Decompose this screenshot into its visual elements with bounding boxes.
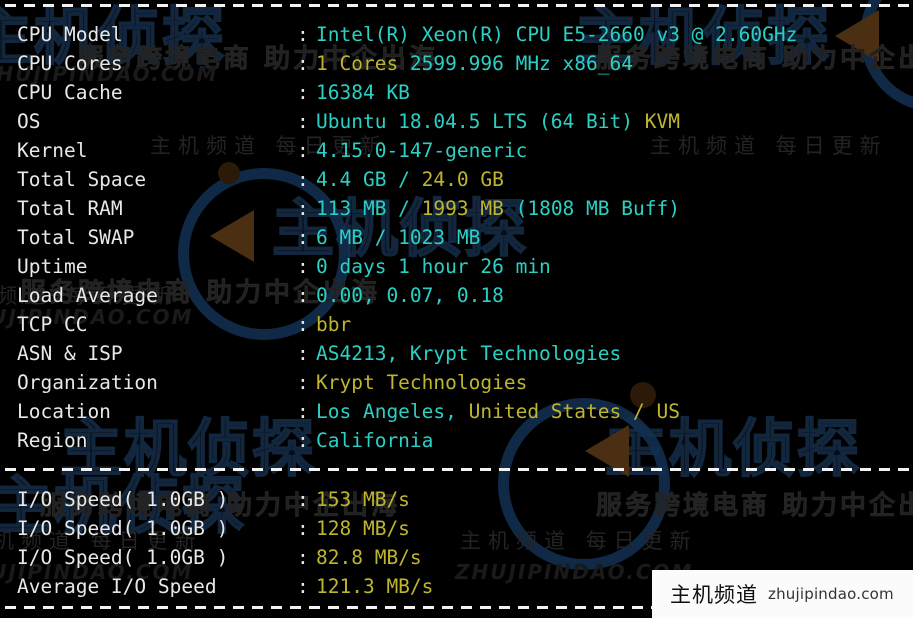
terminal-row-value: 16384 KB: [316, 81, 410, 104]
terminal-row: CPU Cores:1 Cores 2599.996 MHz x86_64: [17, 49, 913, 78]
site-badge: 主机频道 zhujipindao.com: [652, 570, 913, 618]
terminal-output: CPU Model: Intel(R) Xeon(R) CPU E5-2660 v…: [0, 0, 913, 618]
terminal-row-colon: :: [297, 575, 309, 598]
site-badge-url: zhujipindao.com: [768, 585, 894, 603]
terminal-row: Location: Los Angeles, United States / US: [17, 397, 913, 426]
terminal-row-label: Total Space: [17, 168, 147, 191]
terminal-row-colon: :: [297, 226, 309, 249]
terminal-row-value: 82.8 MB/s: [316, 546, 422, 569]
terminal-row-colon: :: [297, 110, 309, 133]
terminal-row-value: 0 days 1 hour 26 min: [316, 255, 551, 278]
terminal-row-label: Kernel: [17, 139, 88, 162]
terminal-row-label: CPU Cache: [17, 81, 123, 104]
terminal-row-value: California: [316, 429, 434, 452]
terminal-row: I/O Speed( 1.0GB ):153 MB/s: [17, 485, 913, 514]
terminal-row-label: Total SWAP: [17, 226, 135, 249]
terminal-row-value: (1808 MB Buff): [515, 197, 680, 220]
terminal-row-label: Total RAM: [17, 197, 123, 220]
terminal-row: Region: California: [17, 426, 913, 455]
terminal-row-colon: :: [297, 139, 309, 162]
terminal-row-colon: :: [297, 371, 309, 394]
site-badge-name: 主机频道: [670, 583, 758, 607]
terminal-row: CPU Cache:16384 KB: [17, 78, 913, 107]
terminal-row: I/O Speed( 1.0GB ):82.8 MB/s: [17, 543, 913, 572]
terminal-row-label: Region: [17, 429, 88, 452]
terminal-row-colon: :: [297, 488, 309, 511]
terminal-row-colon: :: [297, 517, 309, 540]
terminal-row-label: I/O Speed( 1.0GB ): [17, 517, 229, 540]
terminal-row-value: AS4213, Krypt Technologies: [316, 342, 622, 365]
separator-io-top: [5, 468, 913, 471]
terminal-row: Load Average:0.00, 0.07, 0.18: [17, 281, 913, 310]
terminal-row: Total Space:4.4 GB / 24.0 GB: [17, 165, 913, 194]
terminal-row-colon: :: [297, 197, 309, 220]
terminal-row-colon: :: [297, 23, 309, 46]
terminal-row-value: 4.15.0-147-generic: [316, 139, 528, 162]
terminal-row-value: Los Angeles,: [316, 400, 469, 423]
terminal-row-colon: :: [297, 284, 309, 307]
terminal-row-value: Ubuntu 18.04.5 LTS (64 Bit): [316, 110, 645, 133]
terminal-row: Total RAM:113 MB / 1993 MB (1808 MB Buff…: [17, 194, 913, 223]
terminal-row-label: Organization: [17, 371, 158, 394]
terminal-row-label: Uptime: [17, 255, 88, 278]
terminal-row-label: I/O Speed( 1.0GB ): [17, 546, 229, 569]
terminal-row-colon: :: [297, 429, 309, 452]
separator-top: [5, 4, 913, 7]
terminal-row: OS: Ubuntu 18.04.5 LTS (64 Bit) KVM: [17, 107, 913, 136]
terminal-row-value: 0.00, 0.07, 0.18: [316, 284, 504, 307]
terminal-row-value: 2599.996 MHz x86_64: [409, 52, 633, 75]
terminal-row-colon: :: [297, 255, 309, 278]
terminal-row-value: 113 MB /: [316, 197, 422, 220]
terminal-row-colon: :: [297, 342, 309, 365]
terminal-row-value: Intel(R) Xeon(R) CPU E5-2660 v3 @ 2.60GH…: [316, 23, 798, 46]
terminal-row-value: 6 MB / 1023 MB: [316, 226, 481, 249]
terminal-row-label: OS: [17, 110, 41, 133]
terminal-row-colon: :: [297, 400, 309, 423]
terminal-row-label: CPU Cores: [17, 52, 123, 75]
terminal-row-label: I/O Speed( 1.0GB ): [17, 488, 229, 511]
terminal-row-value: 128 MB/s: [316, 517, 410, 540]
terminal-row: I/O Speed( 1.0GB ):128 MB/s: [17, 514, 913, 543]
terminal-row-colon: :: [297, 52, 309, 75]
terminal-row: Organization: Krypt Technologies: [17, 368, 913, 397]
terminal-row-value: United States / US: [468, 400, 680, 423]
terminal-row-colon: :: [297, 313, 309, 336]
terminal-row: Total SWAP:6 MB / 1023 MB: [17, 223, 913, 252]
terminal-row-value: bbr: [316, 313, 352, 336]
terminal-row-value: Krypt Technologies: [316, 371, 528, 394]
terminal-row-colon: :: [297, 546, 309, 569]
terminal-row-value: 1993 MB: [421, 197, 516, 220]
terminal-row-value: KVM: [644, 110, 680, 133]
terminal-row-label: TCP CC: [17, 313, 88, 336]
terminal-row: Kernel:4.15.0-147-generic: [17, 136, 913, 165]
terminal-row-label: Average I/O Speed: [17, 575, 217, 598]
terminal-row-label: Load Average: [17, 284, 158, 307]
terminal-row: ASN & ISP: AS4213, Krypt Technologies: [17, 339, 913, 368]
terminal-row-label: CPU Model: [17, 23, 123, 46]
terminal-row-value: 121.3 MB/s: [316, 575, 434, 598]
terminal-row-colon: :: [297, 168, 309, 191]
terminal-row-label: Location: [17, 400, 111, 423]
terminal-row-colon: :: [297, 81, 309, 104]
terminal-row-value: 4.4 GB /: [316, 168, 422, 191]
terminal-row-value: 24.0 GB: [421, 168, 504, 191]
terminal-row: TCP CC: bbr: [17, 310, 913, 339]
terminal-row-value: 1 Cores: [316, 52, 410, 75]
terminal-row: Uptime:0 days 1 hour 26 min: [17, 252, 913, 281]
terminal-row-value: 153 MB/s: [316, 488, 410, 511]
terminal-row: CPU Model: Intel(R) Xeon(R) CPU E5-2660 v…: [17, 20, 913, 49]
terminal-row-label: ASN & ISP: [17, 342, 123, 365]
